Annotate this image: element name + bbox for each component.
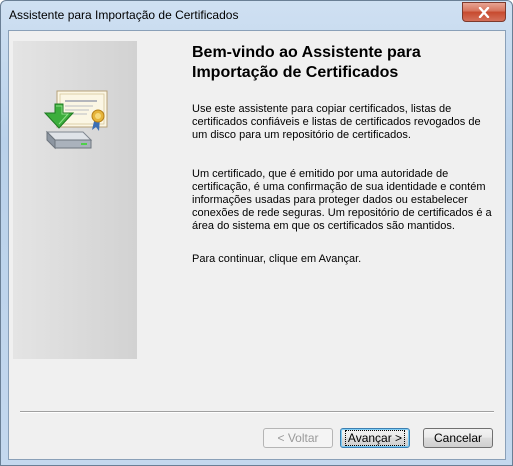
close-button[interactable] xyxy=(462,2,506,22)
wizard-content: Bem-vindo ao Assistente para Importação … xyxy=(192,43,494,265)
close-icon xyxy=(478,6,490,18)
certificate-import-icon xyxy=(43,88,115,158)
window-title: Assistente para Importação de Certificad… xyxy=(9,8,239,22)
button-separator xyxy=(20,411,494,413)
instruction-text: Para continuar, clique em Avançar. xyxy=(192,253,362,265)
back-button[interactable]: < Voltar xyxy=(263,428,333,448)
page-title: Bem-vindo ao Assistente para Importação … xyxy=(192,44,421,81)
cancel-button-label: Cancelar xyxy=(433,431,483,445)
back-button-label: < Voltar xyxy=(277,431,319,445)
intro-text: Use este assistente para copiar certific… xyxy=(192,103,481,141)
title-bar[interactable]: Assistente para Importação de Certificad… xyxy=(1,1,512,29)
next-button[interactable]: Avançar > xyxy=(340,428,410,448)
cancel-button[interactable]: Cancelar xyxy=(423,428,493,448)
wizard-side-panel xyxy=(13,41,137,359)
next-button-label: Avançar > xyxy=(344,430,406,446)
description-text: Um certificado, que é emitido por uma au… xyxy=(192,168,492,232)
wizard-window: Assistente para Importação de Certificad… xyxy=(0,0,513,466)
wizard-client-area: Bem-vindo ao Assistente para Importação … xyxy=(8,30,506,460)
